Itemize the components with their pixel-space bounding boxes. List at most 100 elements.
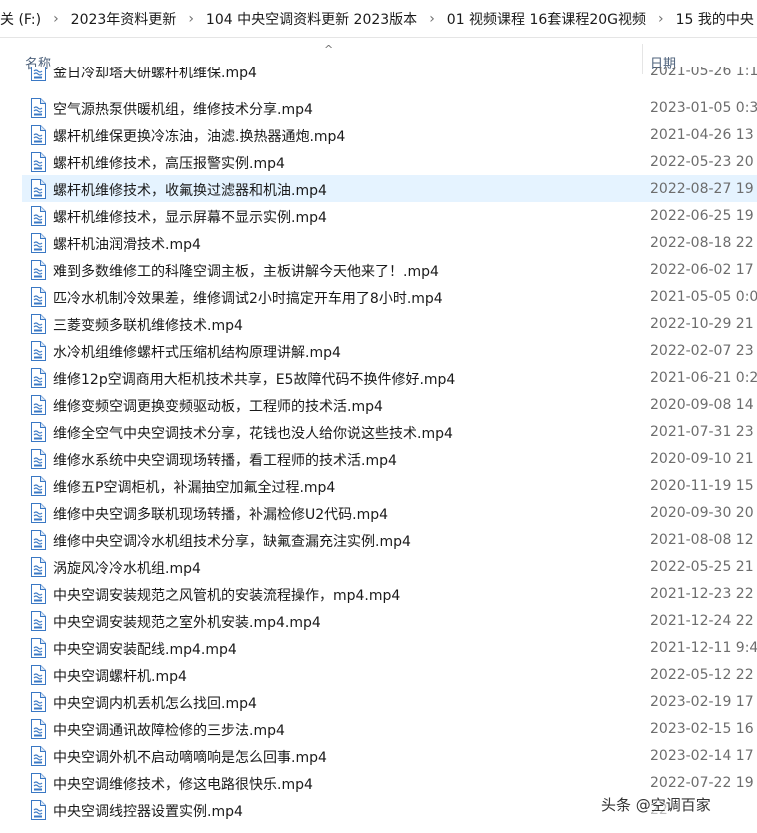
file-name: 中央空调安装规范之室外机安装.mp4.mp4 [53, 615, 321, 631]
video-file-icon [30, 125, 46, 145]
file-date: 2021-05-05 0:0 [650, 289, 757, 305]
breadcrumb-item[interactable]: 关 (F:) [0, 9, 43, 29]
breadcrumb: 关 (F:) › 2023年资料更新 › 104 中央空调资料更新 2023版本 › 01 … [0, 0, 757, 38]
video-file-icon [30, 800, 46, 820]
breadcrumb-separator-icon[interactable]: › [178, 11, 204, 27]
file-row[interactable]: 螺杆机油润滑技术.mp4 2022-08-18 22 [22, 229, 757, 256]
file-name: 中央空调线控器设置实例.mp4 [53, 804, 243, 820]
file-name: 维修五P空调柜机，补漏抽空加氟全过程.mp4 [53, 480, 336, 496]
breadcrumb-item[interactable]: 104 中央空调资料更新 2023版本 [204, 9, 419, 29]
file-name: 维修水系统中央空调现场转播，看工程师的技术活.mp4 [53, 453, 397, 469]
file-row[interactable]: 涡旋风冷冷水机组.mp4 2022-05-25 21 [22, 553, 757, 580]
video-file-icon [30, 719, 46, 739]
file-row[interactable]: 维修变频空调更换变频驱动板，工程师的技术活.mp4 2020-09-08 14 [22, 391, 757, 418]
file-date: 2022-08-27 19 [650, 181, 754, 197]
file-name: 维修变频空调更换变频驱动板，工程师的技术活.mp4 [53, 399, 383, 415]
file-name: 中央空调安装规范之风管机的安装流程操作，mp4.mp4 [53, 588, 401, 604]
file-row[interactable]: 螺杆机维修技术，高压报警实例.mp4 2022-05-23 20 [22, 148, 757, 175]
video-file-icon [30, 260, 46, 280]
file-row[interactable]: 螺杆机维修技术，显示屏幕不显示实例.mp4 2022-06-25 19 [22, 202, 757, 229]
file-name: 匹冷水机制冷效果差，维修调试2小时搞定开车用了8小时.mp4 [53, 291, 443, 307]
file-row[interactable]: 中央空调内机丢机怎么找回.mp4 2023-02-19 17 [22, 688, 757, 715]
file-date: 2020-11-19 15 [650, 478, 754, 494]
file-row[interactable]: 难到多数维修工的科隆空调主板，主板讲解今天他来了！.mp4 2022-06-02 … [22, 256, 757, 283]
file-name: 涡旋风冷冷水机组.mp4 [53, 561, 201, 577]
video-file-icon [30, 638, 46, 658]
file-date: 2022-05-12 22 [650, 667, 754, 683]
file-name: 三菱变频多联机维修技术.mp4 [53, 318, 243, 334]
file-name: 空气源热泵供暖机组，维修技术分享.mp4 [53, 102, 313, 118]
video-file-icon [30, 152, 46, 172]
breadcrumb-separator-icon[interactable]: › [43, 11, 69, 27]
breadcrumb-item[interactable]: 01 视频课程 16套课程20G视频 [445, 9, 648, 29]
file-date: 2021-06-21 0:2 [650, 370, 757, 386]
file-name: 螺杆机维修技术，收氟换过滤器和机油.mp4 [53, 183, 327, 199]
file-row[interactable]: 空气源热泵供暖机组，维修技术分享.mp4 2023-01-05 0:3 [22, 94, 757, 121]
file-name: 中央空调内机丢机怎么找回.mp4 [53, 696, 257, 712]
breadcrumb-separator-icon[interactable]: › [648, 11, 674, 27]
file-date: 2023-01-05 0:3 [650, 100, 757, 116]
file-name: 螺杆机维修技术，显示屏幕不显示实例.mp4 [53, 210, 327, 226]
video-file-icon [30, 314, 46, 334]
breadcrumb-item[interactable]: 15 我的中央 [674, 9, 756, 29]
video-file-icon [30, 98, 46, 118]
file-date: 2020-09-30 20 [650, 505, 754, 521]
video-file-icon [30, 476, 46, 496]
file-row[interactable]: 维修中央空调冷水机组技术分享，缺氟查漏充注实例.mp4 2021-08-08 12 [22, 526, 757, 553]
file-date: 2022-06-02 17 [650, 262, 754, 278]
file-date: 2021-08-08 12 [650, 532, 754, 548]
file-row[interactable]: 中央空调通讯故障检修的三步法.mp4 2023-02-15 16 [22, 715, 757, 742]
breadcrumb-item[interactable]: 2023年资料更新 [69, 9, 179, 29]
file-row[interactable]: 维修水系统中央空调现场转播，看工程师的技术活.mp4 2020-09-10 21 [22, 445, 757, 472]
file-row[interactable]: 水冷机组维修螺杆式压缩机结构原理讲解.mp4 2022-02-07 23 [22, 337, 757, 364]
file-date: 2022-02-07 23 [650, 343, 754, 359]
file-row[interactable]: 匹冷水机制冷效果差，维修调试2小时搞定开车用了8小时.mp4 2021-05-05… [22, 283, 757, 310]
file-row[interactable]: 螺杆机维保更换冷冻油，油滤.换热器通炮.mp4 2021-04-26 13 [22, 121, 757, 148]
file-row[interactable]: 维修中央空调多联机现场转播，补漏检修U2代码.mp4 2020-09-30 20 [22, 499, 757, 526]
file-row[interactable]: 维修五P空调柜机，补漏抽空加氟全过程.mp4 2020-11-19 15 [22, 472, 757, 499]
file-date: 2023-02-14 17 [650, 748, 754, 764]
video-file-icon [30, 665, 46, 685]
file-date: 2022-06-25 19 [650, 208, 754, 224]
file-date: 2021-12-23 22 [650, 586, 754, 602]
file-date: 2020-09-08 14 [650, 397, 754, 413]
breadcrumb-separator-icon[interactable]: › [419, 11, 445, 27]
video-file-icon [30, 746, 46, 766]
video-file-icon [30, 530, 46, 550]
video-file-icon [30, 557, 46, 577]
file-row[interactable]: 中央空调安装配线.mp4.mp4 2021-12-11 9:4 [22, 634, 757, 661]
file-row[interactable]: 中央空调螺杆机.mp4 2022-05-12 22 [22, 661, 757, 688]
file-row[interactable]: 三菱变频多联机维修技术.mp4 2022-10-29 21 [22, 310, 757, 337]
file-name: 中央空调通讯故障检修的三步法.mp4 [53, 723, 285, 739]
file-date: 2021-04-26 13 [650, 127, 754, 143]
video-file-icon [30, 341, 46, 361]
file-date: 2020-09-10 21 [650, 451, 754, 467]
video-file-icon [30, 611, 46, 631]
file-date: 2021-12-24 22 [650, 613, 754, 629]
file-date: 2022-10-29 21 [650, 316, 754, 332]
file-row[interactable]: 维修12p空调商用大柜机技术共享，E5故障代码不换件修好.mp4 2021-06-… [22, 364, 757, 391]
file-row[interactable]: 维修全空气中央空调技术分享，花钱也没人给你说这些技术.mp4 2021-07-31… [22, 418, 757, 445]
file-name: 难到多数维修工的科隆空调主板，主板讲解今天他来了！.mp4 [53, 264, 439, 280]
file-name: 中央空调安装配线.mp4.mp4 [53, 642, 237, 658]
file-date: 2021-12-11 9:4 [650, 640, 757, 656]
file-date: 2022-05-23 20 [650, 154, 754, 170]
file-row[interactable]: 中央空调维修技术，修这电路很快乐.mp4 2022-07-22 19 [22, 769, 757, 796]
file-name: 中央空调螺杆机.mp4 [53, 669, 187, 685]
video-file-icon [30, 422, 46, 442]
video-file-icon [30, 368, 46, 388]
video-file-icon [30, 584, 46, 604]
video-file-icon [30, 503, 46, 523]
video-file-icon [30, 206, 46, 226]
file-row[interactable]: 螺杆机维修技术，收氟换过滤器和机油.mp4 2022-08-27 19 [22, 175, 757, 202]
file-date: 2023-02-19 17 [650, 694, 754, 710]
file-row[interactable]: 中央空调外机不启动嘀嘀响是怎么回事.mp4 2023-02-14 17 [22, 742, 757, 769]
video-file-icon [30, 773, 46, 793]
file-date: 2022-07-22 19 [650, 775, 754, 791]
watermark: 头条 @空调百家 [598, 793, 714, 816]
sort-ascending-icon: ^ [324, 43, 334, 56]
video-file-icon [30, 395, 46, 415]
file-row[interactable]: 中央空调安装规范之风管机的安装流程操作，mp4.mp4 2021-12-23 22 [22, 580, 757, 607]
file-row[interactable]: 中央空调安装规范之室外机安装.mp4.mp4 2021-12-24 22 [22, 607, 757, 634]
video-file-icon [30, 233, 46, 253]
